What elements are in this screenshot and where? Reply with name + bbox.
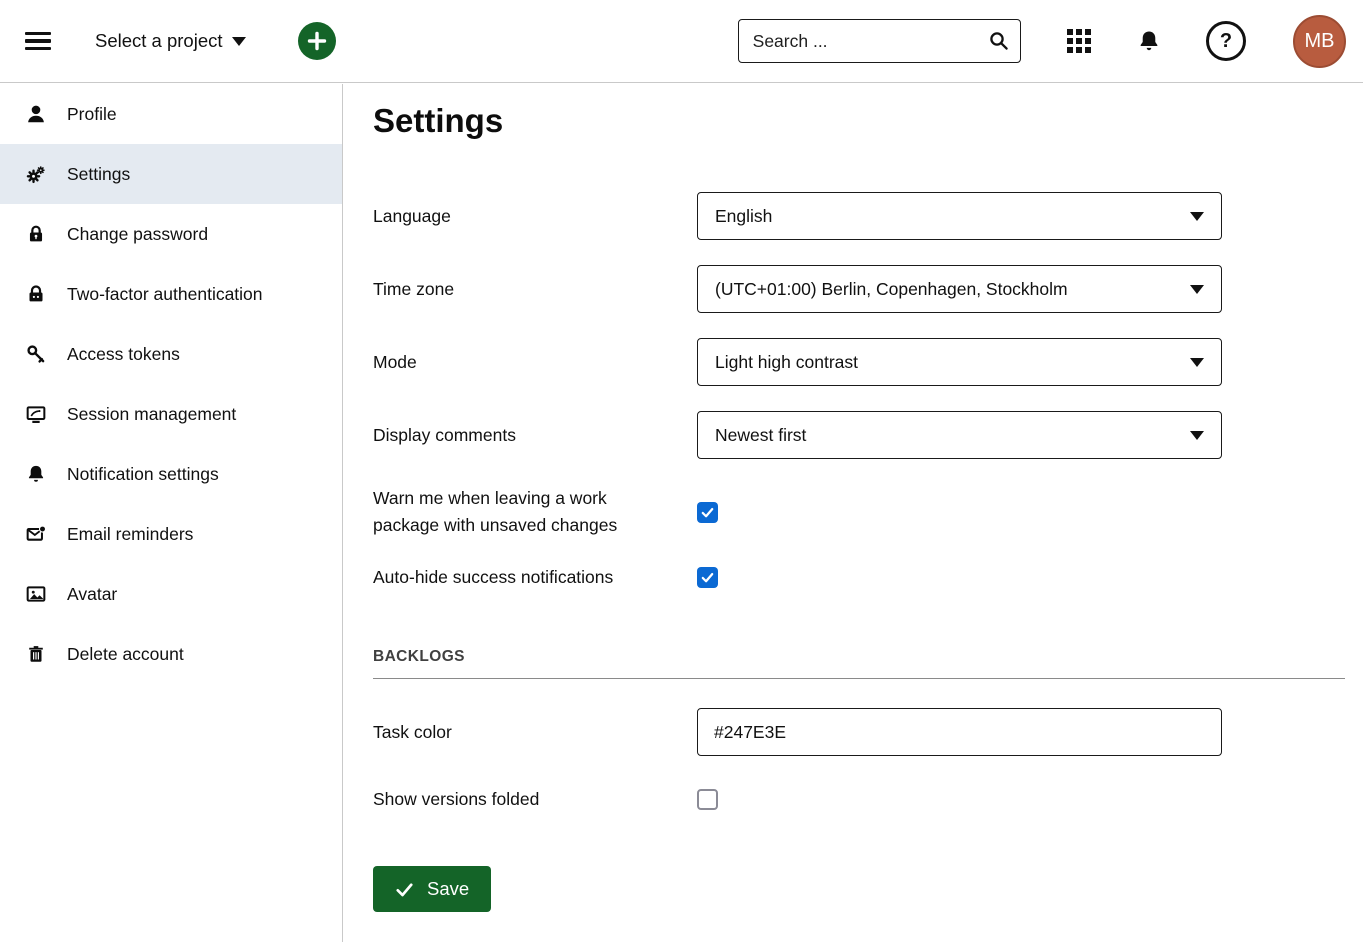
sidebar-item-access-tokens[interactable]: Access tokens <box>0 324 342 384</box>
envelope-icon <box>25 523 47 545</box>
sidebar-item-label: Access tokens <box>67 344 180 365</box>
sidebar-item-label: Email reminders <box>67 524 193 545</box>
sidebar-item-notification-settings[interactable]: Notification settings <box>0 444 342 504</box>
project-selector[interactable]: Select a project <box>95 30 246 52</box>
mode-select-value: Light high contrast <box>715 352 858 373</box>
sidebar-item-email-reminders[interactable]: Email reminders <box>0 504 342 564</box>
sidebar-item-label: Change password <box>67 224 208 245</box>
language-select[interactable]: English <box>697 192 1222 240</box>
time-zone-label: Time zone <box>373 279 697 300</box>
sidebar-item-label: Avatar <box>67 584 117 605</box>
autohide-success-checkbox[interactable] <box>697 567 718 588</box>
time-zone-row: Time zone (UTC+01:00) Berlin, Copenhagen… <box>373 265 1345 313</box>
avatar-initials: MB <box>1305 30 1335 53</box>
time-zone-select[interactable]: (UTC+01:00) Berlin, Copenhagen, Stockhol… <box>697 265 1222 313</box>
question-mark-icon: ? <box>1220 30 1232 53</box>
notifications-bell-icon[interactable] <box>1136 28 1162 54</box>
sidebar-item-settings[interactable]: Settings <box>0 144 342 204</box>
topbar-right-group: ? MB <box>738 15 1346 68</box>
plus-icon <box>305 29 329 53</box>
person-icon <box>25 103 47 125</box>
sidebar-item-label: Two-factor authentication <box>67 284 263 305</box>
top-bar: Select a project <box>0 0 1363 83</box>
warn-unsaved-checkbox[interactable] <box>697 502 718 523</box>
task-color-label: Task color <box>373 722 697 743</box>
monitor-icon <box>25 403 47 425</box>
sidebar-item-delete-account[interactable]: Delete account <box>0 624 342 684</box>
autohide-success-label: Auto-hide success notifications <box>373 567 697 588</box>
save-button-label: Save <box>427 878 469 900</box>
sidebar-item-two-factor-authentication[interactable]: Two-factor authentication <box>0 264 342 324</box>
check-icon <box>700 505 715 520</box>
check-icon <box>395 880 414 899</box>
display-comments-row: Display comments Newest first <box>373 411 1345 459</box>
chevron-down-icon <box>1190 431 1204 440</box>
backlogs-section-heading: BACKLOGS <box>373 648 1345 679</box>
language-select-value: English <box>715 206 772 227</box>
show-versions-folded-row: Show versions folded <box>373 784 1345 814</box>
task-color-input[interactable] <box>697 708 1222 756</box>
save-button[interactable]: Save <box>373 866 491 912</box>
project-selector-label: Select a project <box>95 30 223 52</box>
show-versions-folded-checkbox[interactable] <box>697 789 718 810</box>
display-comments-label: Display comments <box>373 425 697 446</box>
mode-row: Mode Light high contrast <box>373 338 1345 386</box>
bell-icon <box>25 463 47 485</box>
account-settings-sidebar: Profile <box>0 84 343 942</box>
language-row: Language English <box>373 192 1345 240</box>
help-button[interactable]: ? <box>1206 21 1246 61</box>
chevron-down-icon <box>1190 358 1204 367</box>
lock-2fa-icon <box>25 283 47 305</box>
sidebar-item-avatar[interactable]: Avatar <box>0 564 342 624</box>
apps-grid-icon[interactable] <box>1067 29 1091 53</box>
display-comments-select[interactable]: Newest first <box>697 411 1222 459</box>
add-project-button[interactable] <box>298 22 336 60</box>
sidebar-item-profile[interactable]: Profile <box>0 84 342 144</box>
sidebar-item-label: Profile <box>67 104 117 125</box>
search-icon[interactable] <box>987 29 1011 58</box>
check-icon <box>700 570 715 585</box>
image-icon <box>25 583 47 605</box>
warn-unsaved-row: Warn me when leaving a work package with… <box>373 484 1345 540</box>
warn-unsaved-label: Warn me when leaving a work package with… <box>373 485 653 539</box>
page-title: Settings <box>373 102 1345 140</box>
display-comments-select-value: Newest first <box>715 425 806 446</box>
hamburger-menu-icon[interactable] <box>25 32 51 50</box>
mode-label: Mode <box>373 352 697 373</box>
sidebar-item-session-management[interactable]: Session management <box>0 384 342 444</box>
settings-main-panel: Settings Language English Time zone (UTC… <box>344 84 1363 942</box>
chevron-down-icon <box>232 37 246 46</box>
autohide-success-row: Auto-hide success notifications <box>373 562 1345 592</box>
global-search <box>738 19 1021 63</box>
user-avatar[interactable]: MB <box>1293 15 1346 68</box>
sidebar-item-label: Delete account <box>67 644 184 665</box>
sidebar-item-label: Session management <box>67 404 236 425</box>
lock-icon <box>25 223 47 245</box>
mode-select[interactable]: Light high contrast <box>697 338 1222 386</box>
sidebar-item-label: Settings <box>67 164 130 185</box>
language-label: Language <box>373 206 697 227</box>
trash-icon <box>25 643 47 665</box>
time-zone-select-value: (UTC+01:00) Berlin, Copenhagen, Stockhol… <box>715 279 1068 300</box>
key-icon <box>25 343 47 365</box>
show-versions-folded-label: Show versions folded <box>373 789 697 810</box>
search-input[interactable] <box>738 19 1021 63</box>
sidebar-item-change-password[interactable]: Change password <box>0 204 342 264</box>
chevron-down-icon <box>1190 212 1204 221</box>
chevron-down-icon <box>1190 285 1204 294</box>
sidebar-item-label: Notification settings <box>67 464 219 485</box>
task-color-row: Task color <box>373 708 1345 756</box>
gears-icon <box>25 163 47 185</box>
